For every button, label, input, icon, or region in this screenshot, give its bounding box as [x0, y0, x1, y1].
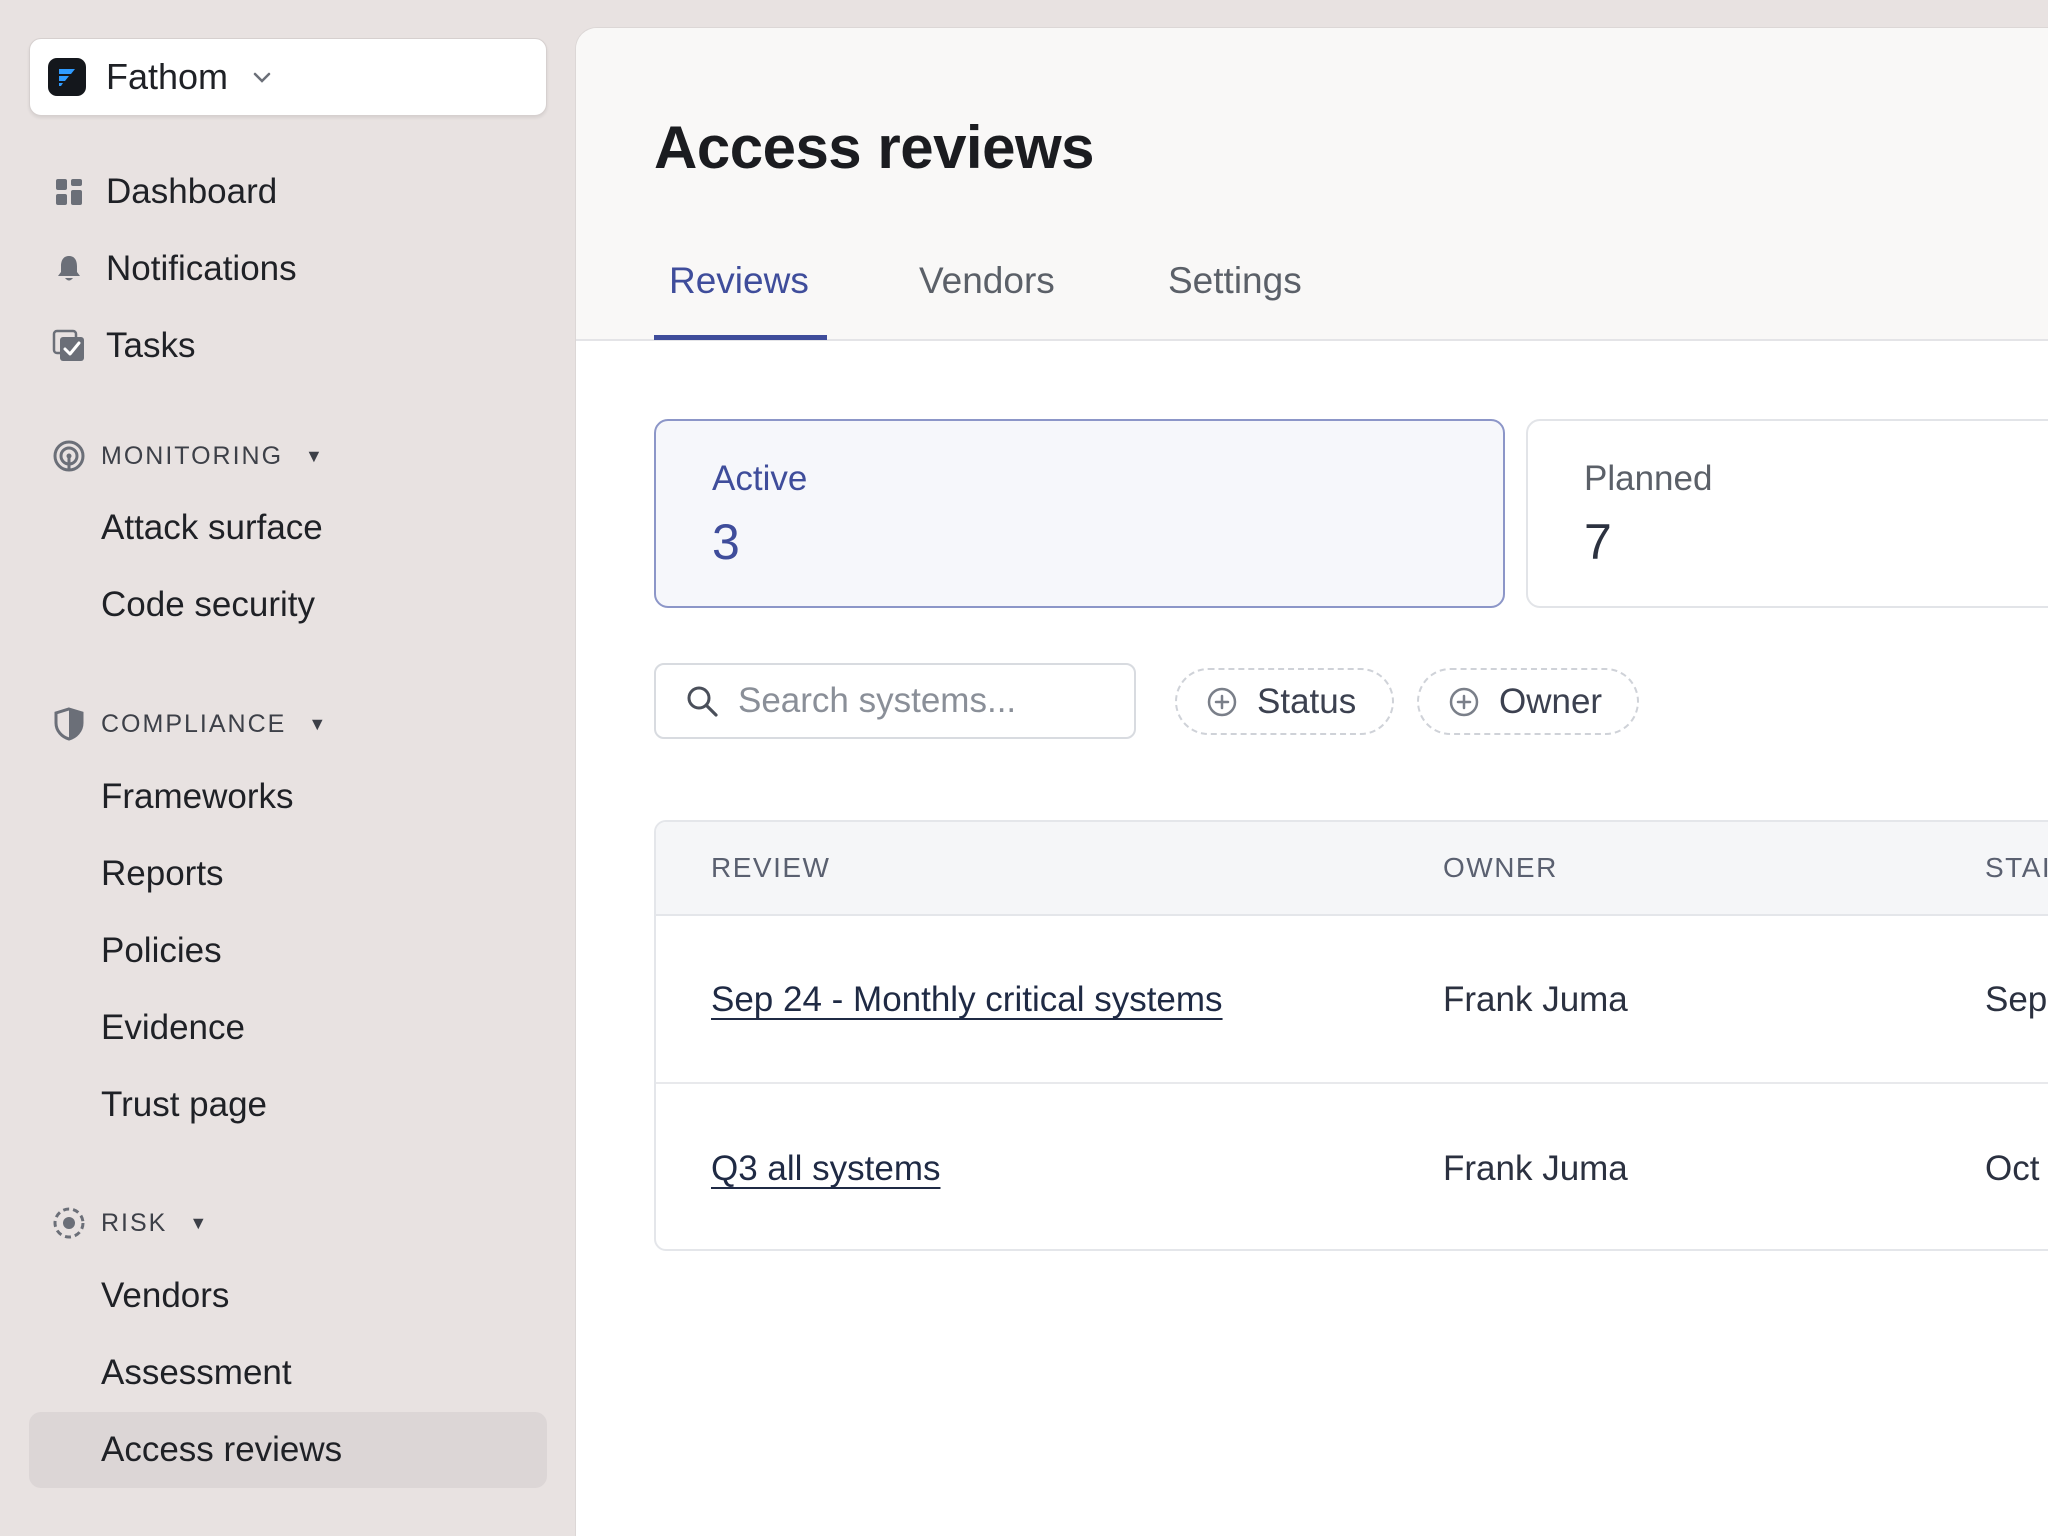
nav-item-label: Tasks [106, 326, 196, 365]
section-compliance[interactable]: COMPLIANCE ▼ [29, 694, 547, 754]
tab-vendors[interactable]: Vendors [919, 260, 1055, 302]
section-title: MONITORING [101, 441, 284, 470]
caret-down-icon: ▼ [305, 445, 323, 466]
active-tab-indicator [654, 335, 827, 340]
tab-settings[interactable]: Settings [1168, 260, 1302, 302]
nav-item-policies[interactable]: Policies [29, 914, 547, 988]
search-box[interactable] [654, 663, 1136, 739]
org-name: Fathom [106, 56, 229, 97]
section-title: COMPLIANCE [101, 709, 287, 738]
nav-item-label: Vendors [101, 1276, 230, 1315]
caret-down-icon: ▼ [189, 1212, 208, 1233]
nav-item-access-reviews[interactable]: Access reviews [29, 1412, 547, 1488]
stat-card-active[interactable]: Active 3 [654, 419, 1505, 608]
owner-cell: Frank Juma [1443, 980, 1628, 1019]
nav-item-label: Evidence [101, 1008, 245, 1047]
nav-item-attack-surface[interactable]: Attack surface [29, 491, 547, 565]
nav-item-frameworks[interactable]: Frameworks [29, 760, 547, 834]
start-cell: Sep [1985, 980, 2048, 1019]
section-monitoring[interactable]: MONITORING ▼ [29, 426, 547, 486]
nav-item-label: Attack surface [101, 508, 323, 547]
review-link[interactable]: Q3 all systems [711, 1149, 941, 1189]
search-input[interactable] [738, 681, 1118, 721]
filter-status-button[interactable]: Status [1175, 668, 1394, 735]
table-header: REVIEW OWNER STAI [656, 822, 2048, 916]
nav-item-label: Policies [101, 931, 222, 970]
nav-item-dashboard[interactable]: Dashboard [29, 155, 547, 229]
tasks-icon [49, 326, 89, 366]
stat-card-planned[interactable]: Planned 7 [1526, 419, 2048, 608]
nav-item-code-security[interactable]: Code security [29, 568, 547, 642]
column-header-start[interactable]: STAI [1985, 852, 2048, 884]
nav-item-vendors[interactable]: Vendors [29, 1259, 547, 1333]
start-cell: Oct [1985, 1149, 2040, 1188]
page-header: Access reviews Reviews Vendors Settings [576, 28, 2048, 341]
owner-cell: Frank Juma [1443, 1149, 1628, 1188]
bell-icon [49, 249, 89, 289]
section-title: RISK [101, 1208, 168, 1237]
stat-label: Active [712, 459, 808, 498]
table-row[interactable]: Sep 24 - Monthly critical systems Frank … [656, 916, 2048, 1084]
nav-item-label: Code security [101, 585, 315, 624]
nav-item-trust-page[interactable]: Trust page [29, 1068, 547, 1142]
stat-value: 7 [1584, 514, 1612, 570]
nav-item-label: Frameworks [101, 777, 294, 816]
page-title: Access reviews [654, 114, 1095, 181]
nav-item-notifications[interactable]: Notifications [29, 232, 547, 306]
sidebar: Fathom Dashboard Notifications Tasks MON… [0, 0, 575, 1536]
plus-circle-icon [1447, 685, 1481, 719]
chevron-down-icon [250, 65, 274, 89]
org-logo-icon [48, 58, 86, 96]
review-link[interactable]: Sep 24 - Monthly critical systems [711, 980, 1223, 1020]
nav-item-label: Notifications [106, 249, 297, 288]
nav-item-label: Dashboard [106, 172, 278, 211]
main-panel: Access reviews Reviews Vendors Settings … [575, 27, 2048, 1536]
filter-owner-button[interactable]: Owner [1417, 668, 1639, 735]
caret-down-icon: ▼ [308, 713, 327, 734]
nav-item-evidence[interactable]: Evidence [29, 991, 547, 1065]
search-icon [684, 683, 720, 719]
stat-value: 3 [712, 514, 740, 570]
nav-item-tasks[interactable]: Tasks [29, 309, 547, 383]
table-row[interactable]: Q3 all systems Frank Juma Oct [656, 1085, 2048, 1249]
shield-icon [49, 704, 89, 744]
filter-label: Owner [1499, 681, 1603, 721]
stat-label: Planned [1584, 459, 1713, 498]
risk-target-icon [49, 1203, 89, 1243]
nav-item-label: Reports [101, 854, 224, 893]
filter-label: Status [1257, 681, 1357, 721]
radar-icon [49, 436, 89, 476]
tab-reviews[interactable]: Reviews [669, 260, 809, 302]
nav-item-assessment[interactable]: Assessment [29, 1336, 547, 1410]
column-header-review[interactable]: REVIEW [711, 852, 830, 884]
section-risk[interactable]: RISK ▼ [29, 1193, 547, 1253]
reviews-table: REVIEW OWNER STAI Sep 24 - Monthly criti… [654, 820, 2048, 1251]
nav-item-label: Access reviews [101, 1430, 343, 1469]
plus-circle-icon [1205, 685, 1239, 719]
column-header-owner[interactable]: OWNER [1443, 852, 1558, 884]
nav-item-reports[interactable]: Reports [29, 837, 547, 911]
org-switcher[interactable]: Fathom [29, 38, 547, 116]
dashboard-icon [49, 172, 89, 212]
nav-item-label: Assessment [101, 1353, 292, 1392]
nav-item-label: Trust page [101, 1085, 268, 1124]
